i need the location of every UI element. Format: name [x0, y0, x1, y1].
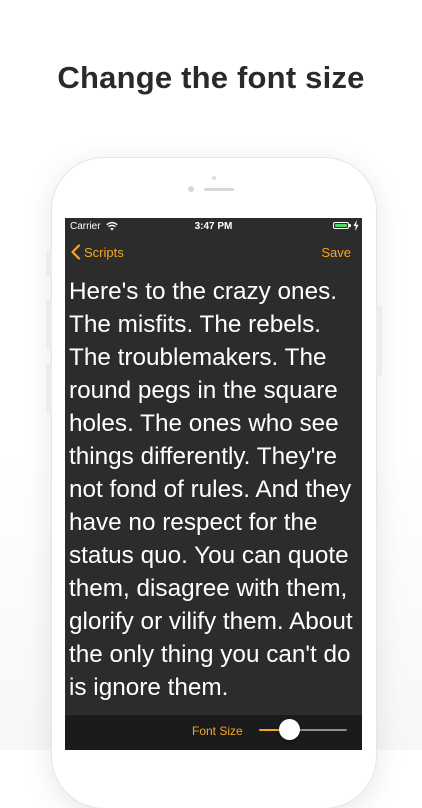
status-bar: Carrier 3:47 PM: [65, 218, 362, 236]
navigation-bar: Scripts Save: [65, 236, 362, 266]
phone-screen: Carrier 3:47 PM Scripts Save Here's to t…: [65, 218, 362, 750]
slider-thumb[interactable]: [279, 719, 300, 740]
battery-cap: [349, 224, 351, 227]
save-button[interactable]: Save: [321, 245, 351, 260]
charging-bolt-icon: [353, 220, 359, 231]
front-camera: [188, 186, 194, 192]
font-size-slider[interactable]: [255, 718, 351, 742]
font-size-toolbar: Font Size: [65, 715, 362, 750]
status-time: 3:47 PM: [194, 221, 233, 232]
script-text[interactable]: Here's to the crazy ones. The misfits. T…: [69, 275, 362, 704]
back-button[interactable]: Scripts: [70, 242, 124, 262]
font-size-label: Font Size: [192, 724, 243, 738]
earpiece-speaker: [204, 188, 234, 191]
mute-switch: [46, 250, 52, 276]
battery-icon: [333, 222, 349, 229]
volume-up-button: [46, 300, 52, 350]
proximity-sensor: [212, 176, 216, 180]
volume-down-button: [46, 364, 52, 414]
back-button-label: Scripts: [84, 244, 124, 260]
page-headline: Change the font size: [57, 60, 365, 95]
chevron-left-icon: [71, 244, 81, 260]
power-button: [376, 306, 382, 376]
